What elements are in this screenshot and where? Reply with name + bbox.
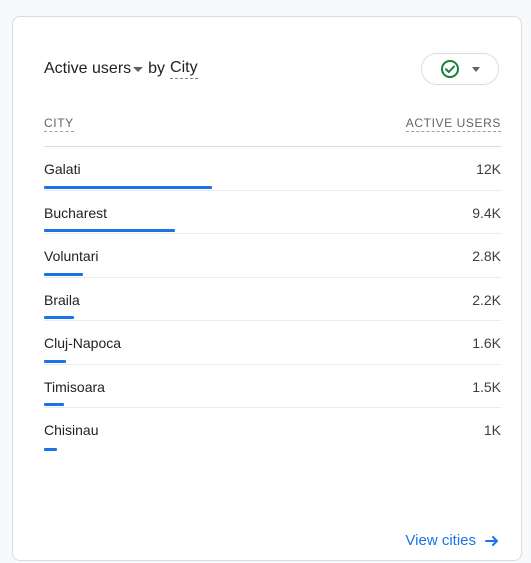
table-row: Chisinau 1K — [44, 408, 501, 452]
row-city: Voluntari — [44, 248, 99, 264]
caret-down-icon[interactable] — [133, 66, 144, 72]
table-row: Galati 12K — [44, 147, 501, 191]
row-bar — [44, 185, 212, 189]
active-users-by-city-card: Active users by City CITY ACTIVE USERS G… — [12, 16, 522, 561]
check-circle-icon — [441, 60, 459, 78]
view-cities-label: View cities — [405, 532, 476, 549]
row-value: 2.2K — [472, 291, 501, 308]
table-row: Braila 2.2K — [44, 278, 501, 321]
row-bar — [44, 447, 57, 451]
table-body: Galati 12K Bucharest 9.4K Voluntari 2.8K… — [44, 147, 501, 452]
row-city: Galati — [44, 161, 81, 177]
dimension-selector[interactable]: City — [170, 59, 198, 79]
table-row: Voluntari 2.8K — [44, 234, 501, 278]
row-value: 2.8K — [472, 248, 501, 264]
column-header-city[interactable]: CITY — [44, 116, 74, 132]
row-value: 1.5K — [472, 378, 501, 395]
table-row: Timisoara 1.5K — [44, 365, 501, 408]
arrow-right-icon — [485, 535, 498, 546]
row-value: 1K — [483, 422, 501, 438]
row-bar — [44, 359, 66, 363]
row-value: 12K — [476, 161, 501, 177]
card-title: Active users by City — [44, 59, 198, 79]
comparison-selector-button[interactable] — [421, 53, 499, 85]
row-bar — [44, 316, 74, 319]
column-header-active-users[interactable]: ACTIVE USERS — [405, 116, 501, 132]
row-city: Chisinau — [44, 422, 99, 438]
table-header: CITY ACTIVE USERS — [44, 116, 501, 147]
row-bar — [44, 403, 64, 406]
row-bar — [44, 272, 83, 276]
row-city: Timisoara — [44, 378, 105, 395]
row-city: Cluj-Napoca — [44, 335, 122, 351]
table-row: Bucharest 9.4K — [44, 191, 501, 234]
row-city: Bucharest — [44, 204, 108, 221]
row-bar — [44, 229, 175, 232]
table-row: Cluj-Napoca 1.6K — [44, 321, 501, 365]
row-city: Braila — [44, 291, 80, 308]
row-value: 1.6K — [472, 335, 501, 351]
metric-selector[interactable]: Active users — [44, 60, 131, 78]
by-label: by — [148, 60, 166, 77]
row-value: 9.4K — [472, 204, 501, 221]
view-cities-link[interactable]: View cities — [405, 532, 500, 549]
chevron-down-icon — [472, 66, 480, 72]
